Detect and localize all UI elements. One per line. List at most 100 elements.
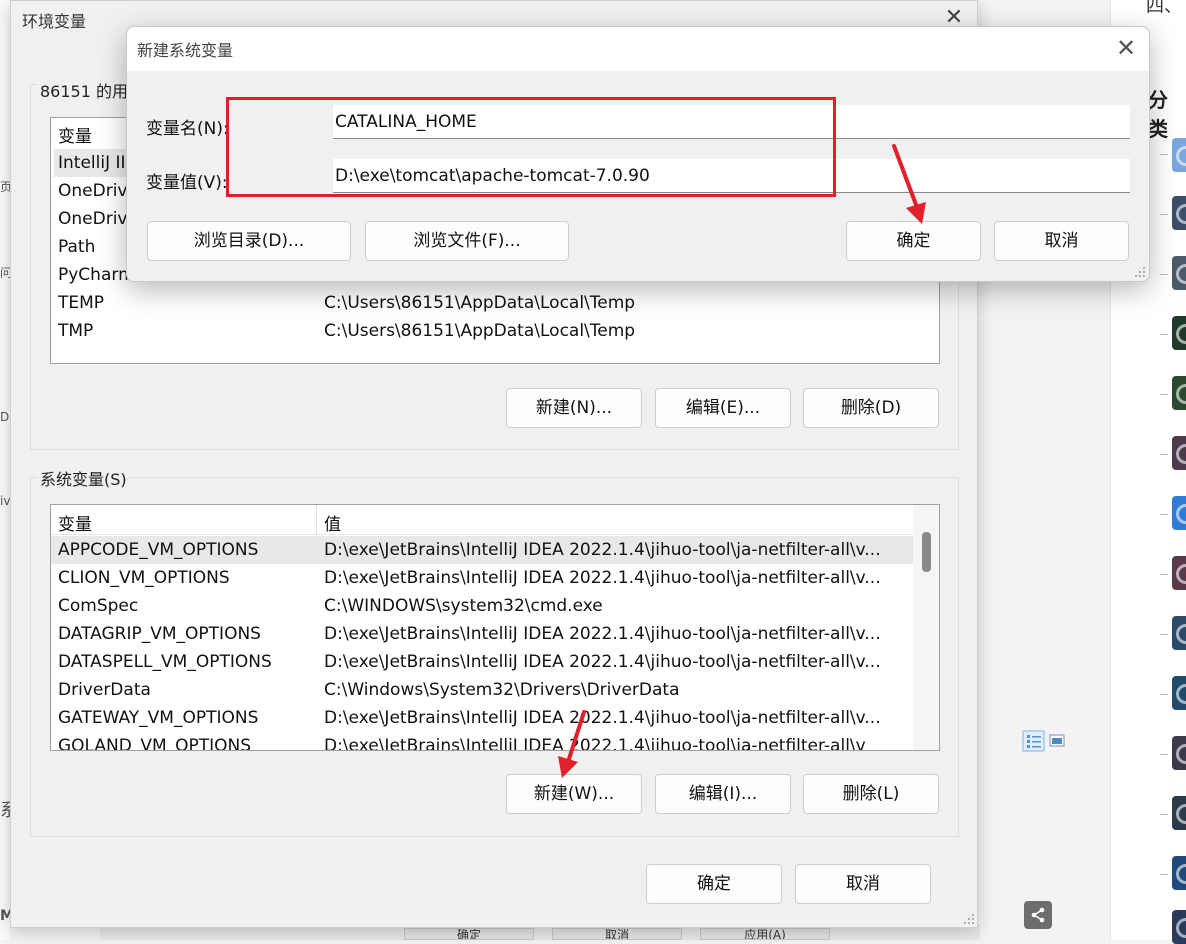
variable-name: GOLAND_VM_OPTIONS (58, 736, 252, 751)
variable-value: C:\WINDOWS\system32\cmd.exe (324, 596, 603, 616)
divider (1160, 454, 1168, 455)
variable-name: TMP (58, 321, 94, 341)
article-thumbnail[interactable] (1172, 496, 1186, 530)
table-row[interactable]: DriverData C:\Windows\System32\Drivers\D… (51, 676, 913, 704)
article-thumbnail[interactable] (1172, 436, 1186, 470)
user-delete-button[interactable]: 删除(D) (803, 388, 939, 428)
divider (1160, 694, 1168, 695)
column-header-variable[interactable]: 变量 (58, 510, 92, 535)
system-variables-list[interactable]: 变量 值 APPCODE_VM_OPTIONS D:\exe\JetBrains… (50, 504, 940, 751)
divider (1160, 754, 1168, 755)
table-row[interactable]: CLION_VM_OPTIONS D:\exe\JetBrains\Intell… (51, 564, 913, 592)
dialog-title: 环境变量 (22, 12, 87, 31)
system-delete-button[interactable]: 删除(L) (803, 774, 939, 814)
article-thumbnail[interactable] (1172, 616, 1186, 650)
table-row[interactable]: APPCODE_VM_OPTIONS D:\exe\JetBrains\Inte… (51, 536, 913, 564)
article-thumbnail[interactable] (1172, 196, 1186, 230)
variable-value: D:\exe\JetBrains\IntelliJ IDEA 2022.1.4\… (324, 624, 881, 644)
article-thumbnail[interactable] (1172, 856, 1186, 890)
user-edit-button[interactable]: 编辑(E)... (655, 388, 791, 428)
background-left-glyph: D (0, 410, 10, 424)
article-thumbnail[interactable] (1172, 376, 1186, 410)
variable-value: D:\exe\JetBrains\IntelliJ IDEA 2022.1.4\… (324, 708, 881, 728)
system-edit-button[interactable]: 编辑(I)... (655, 774, 791, 814)
view-toggle-icons[interactable] (1022, 730, 1068, 752)
variable-name: DriverData (58, 680, 151, 700)
table-row[interactable]: GOLAND_VM_OPTIONS D:\exe\JetBrains\Intel… (51, 732, 913, 751)
variable-value: D:\exe\JetBrains\IntelliJ IDEA 2022.1.4\… (324, 736, 866, 751)
resize-grip-icon[interactable] (963, 913, 975, 925)
divider (1160, 334, 1168, 335)
table-row[interactable]: GATEWAY_VM_OPTIONS D:\exe\JetBrains\Inte… (51, 704, 913, 732)
variable-value-label: 变量值(V): (146, 173, 228, 193)
user-variables-label: 86151 的用 (38, 78, 130, 102)
list-item[interactable]: TEMP C:\Users\86151\AppData\Local\Temp (51, 289, 937, 317)
article-thumbnail[interactable] (1172, 316, 1186, 350)
variable-name: DATASPELL_VM_OPTIONS (58, 652, 272, 672)
column-divider[interactable] (316, 505, 317, 535)
annotation-highlight-box (226, 97, 836, 197)
close-icon[interactable]: ✕ (1111, 33, 1141, 63)
env-cancel-button[interactable]: 取消 (795, 864, 931, 904)
variable-name: OneDriv (58, 181, 128, 201)
new-var-cancel-button[interactable]: 取消 (994, 221, 1129, 261)
background-heading: 四、 (1146, 0, 1182, 17)
variable-name: Path (58, 237, 96, 257)
column-header-value[interactable]: 值 (324, 510, 341, 535)
divider (1160, 214, 1168, 215)
dialog-title: 新建系统变量 (137, 41, 234, 60)
system-variables-label: 系统变量(S) (38, 466, 129, 490)
background-category-heading: 分类 (1148, 88, 1168, 141)
resize-grip-icon[interactable] (1134, 266, 1146, 278)
variable-name: CLION_VM_OPTIONS (58, 568, 230, 588)
divider (1160, 514, 1168, 515)
article-thumbnail[interactable] (1172, 556, 1186, 590)
variable-value: D:\exe\JetBrains\IntelliJ IDEA 2022.1.4\… (324, 540, 881, 560)
variable-value: D:\exe\JetBrains\IntelliJ IDEA 2022.1.4\… (324, 568, 881, 588)
article-thumbnail[interactable] (1172, 736, 1186, 770)
article-thumbnail[interactable] (1172, 796, 1186, 830)
variable-value: C:\Users\86151\AppData\Local\Temp (324, 321, 636, 341)
column-header-variable[interactable]: 变量 (58, 122, 92, 147)
article-thumbnail[interactable] (1172, 138, 1186, 172)
background-left-glyph: iv (0, 494, 11, 508)
share-button[interactable] (1024, 901, 1052, 929)
annotation-arrow-icon (892, 144, 926, 224)
table-row[interactable]: ComSpec C:\WINDOWS\system32\cmd.exe (51, 592, 913, 620)
divider (1160, 154, 1168, 155)
divider (1160, 394, 1168, 395)
variable-name: PyCharm (58, 265, 135, 285)
list-item[interactable]: TMP C:\Users\86151\AppData\Local\Temp (51, 317, 937, 345)
divider (1160, 274, 1168, 275)
variable-name: APPCODE_VM_OPTIONS (58, 540, 259, 560)
user-new-button[interactable]: 新建(N)... (506, 388, 642, 428)
variable-name: IntelliJ II (58, 153, 126, 173)
variable-name: DATAGRIP_VM_OPTIONS (58, 624, 261, 644)
table-row[interactable]: DATAGRIP_VM_OPTIONS D:\exe\JetBrains\Int… (51, 620, 913, 648)
variable-name-label: 变量名(N): (146, 119, 229, 139)
background-apply-button[interactable]: 应用(A) (700, 928, 830, 940)
divider (1160, 874, 1168, 875)
dialog-titlebar[interactable] (127, 27, 1149, 71)
variable-value: C:\Windows\System32\Drivers\DriverData (324, 680, 680, 700)
variable-value: C:\Users\86151\AppData\Local\Temp (324, 293, 636, 313)
env-ok-button[interactable]: 确定 (646, 864, 782, 904)
variable-name: GATEWAY_VM_OPTIONS (58, 708, 259, 728)
variable-name: OneDriv (58, 209, 128, 229)
scrollbar-thumb[interactable] (922, 532, 931, 572)
background-ok-button[interactable]: 确定 (404, 928, 534, 940)
article-thumbnail[interactable] (1172, 676, 1186, 710)
variable-name: TEMP (58, 293, 105, 313)
browse-file-button[interactable]: 浏览文件(F)... (365, 221, 569, 261)
article-thumbnail[interactable] (1172, 256, 1186, 290)
list-header: 变量 值 (51, 505, 913, 535)
divider (1160, 814, 1168, 815)
article-thumbnail[interactable] (1172, 910, 1186, 944)
divider (1160, 634, 1168, 635)
browse-directory-button[interactable]: 浏览目录(D)... (147, 221, 351, 261)
share-icon (1031, 907, 1045, 923)
table-row[interactable]: DATASPELL_VM_OPTIONS D:\exe\JetBrains\In… (51, 648, 913, 676)
variable-name: ComSpec (58, 596, 139, 616)
variable-value: D:\exe\JetBrains\IntelliJ IDEA 2022.1.4\… (324, 652, 881, 672)
background-cancel-button[interactable]: 取消 (552, 928, 682, 940)
